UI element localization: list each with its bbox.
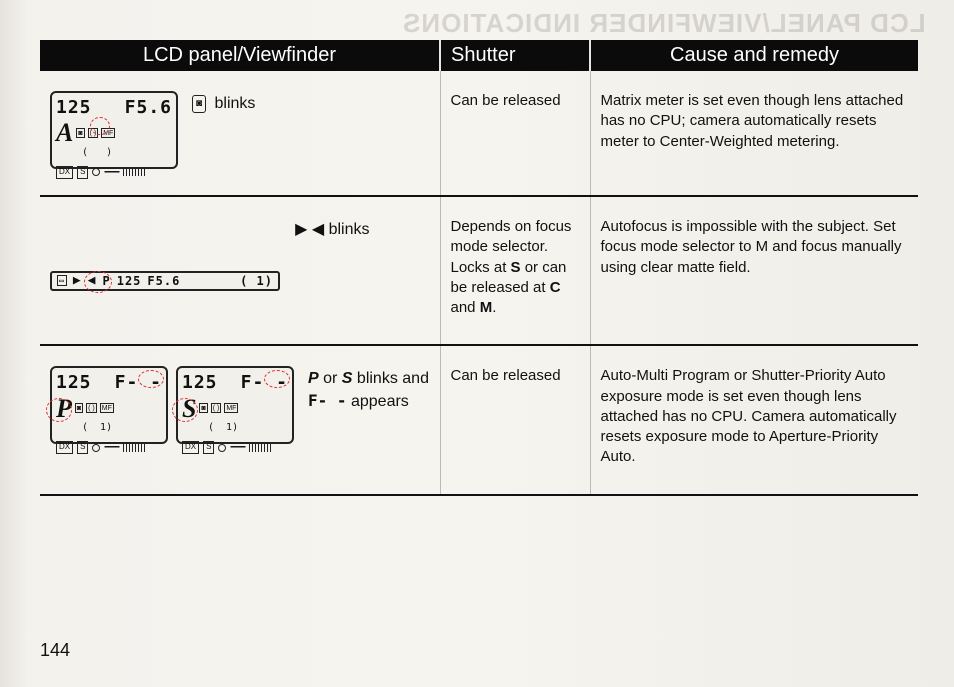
lcd-bars-icon [123,168,145,176]
vf-shutter-speed: 125 [117,273,142,289]
lcd-circle-icon [92,444,100,452]
cell-lcd: 125 F5.6 A ◙ ( ) MF ( ) DX [40,71,440,196]
cell-shutter: Depends on focus mode selector. Locks at… [440,196,590,345]
red-highlight-circle [90,117,110,135]
lcd-panel-diagram: 125 F- - P ◙ ( ) MF ( 1) [50,366,168,444]
lcd-aperture: F5.6 [125,96,172,120]
cell-cause: Auto-Multi Program or Shutter-Priority A… [590,345,918,494]
lcd-meter-icon: ◙ [75,403,83,413]
vf-af-icon: ▭ [57,275,67,286]
header-lcd: LCD panel/Viewfinder [40,40,440,71]
viewfinder-strip-diagram: ▭ ▶ ◀ P 125 F5.6 ( 1) [50,271,280,291]
lcd-s-icon: S [203,441,214,454]
lcd-brackets: ( 1) [208,421,288,435]
lcd-bars-icon [123,444,145,452]
bleed-through-title: LCD PANEL/VIEWFINDER INDICATIONS [402,8,926,39]
lcd-circle-icon [218,444,226,452]
cell-cause: Autofocus is impossible with the subject… [590,196,918,345]
lcd-box-icon: ( ) [211,403,222,413]
lcd-mf-icon: MF [100,403,114,413]
lcd-dx-icon: DX [182,441,199,454]
lcd-s-icon: S [77,166,88,179]
lcd-brackets: ( 1) [82,421,162,435]
lcd-mode-letter: A [56,121,73,144]
page-number: 144 [40,640,70,661]
table-header-row: LCD panel/Viewfinder Shutter Cause and r… [40,40,918,71]
cell-lcd: 125 F- - P ◙ ( ) MF ( 1) [40,345,440,494]
lcd-shutter-speed: 125 [56,96,92,120]
vf-aperture: F5.6 [147,273,180,289]
lcd-meter-icon: ◙ [199,403,207,413]
lcd-circle-icon [92,168,100,176]
lcd-s-icon: S [77,441,88,454]
vf-brackets: ( 1) [240,273,273,289]
lcd-mf-icon: MF [224,403,238,413]
header-cause: Cause and remedy [590,40,918,71]
lcd-description: P or S blinks and F- - appears [308,366,430,412]
table-row: 125 F5.6 A ◙ ( ) MF ( ) DX [40,71,918,196]
lcd-box-icon: ( ) [86,403,97,413]
lcd-dx-icon: DX [56,166,73,179]
lcd-shutter-speed: 125 [56,371,92,395]
table-row: 125 F- - P ◙ ( ) MF ( 1) [40,345,918,494]
lcd-dx-icon: DX [56,441,73,454]
lcd-meter-icon: ◙ [76,128,84,138]
red-highlight-circle [84,271,112,293]
table-row: ▶ ◀ blinks ▭ ▶ ◀ P 125 F5.6 ( 1) Depends… [40,196,918,345]
cell-shutter: Can be released [440,345,590,494]
lcd-bars-icon [249,444,271,452]
cell-lcd: ▶ ◀ blinks ▭ ▶ ◀ P 125 F5.6 ( 1) [40,196,440,345]
lcd-description: ▶ ◀ blinks [50,217,430,241]
lcd-panel-diagram: 125 F5.6 A ◙ ( ) MF ( ) DX [50,91,178,169]
lcd-description: ◙ blinks [192,91,255,115]
lcd-panel-diagram: 125 F- - S ◙ ( ) MF ( 1) [176,366,294,444]
cell-shutter: Can be released [440,71,590,196]
header-shutter: Shutter [440,40,590,71]
vf-triangle-right-icon: ▶ [73,272,82,290]
lcd-brackets: ( ) [82,146,172,160]
cell-cause: Matrix meter is set even though lens att… [590,71,918,196]
page: LCD PANEL/VIEWFINDER INDICATIONS LCD pan… [0,0,954,687]
troubleshoot-table: LCD panel/Viewfinder Shutter Cause and r… [40,40,918,496]
lcd-shutter-speed: 125 [182,371,218,395]
